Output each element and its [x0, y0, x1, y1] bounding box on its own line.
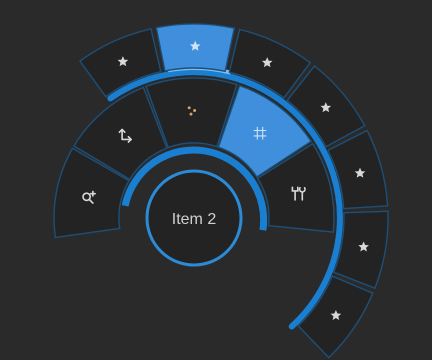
center-label: Item 2: [172, 211, 217, 228]
radial-menu: Item 2: [53, 23, 389, 359]
outer-ring-segment[interactable]: [155, 23, 236, 73]
center-button[interactable]: Item 2: [145, 169, 243, 267]
outer-ring-segment[interactable]: [297, 275, 374, 359]
